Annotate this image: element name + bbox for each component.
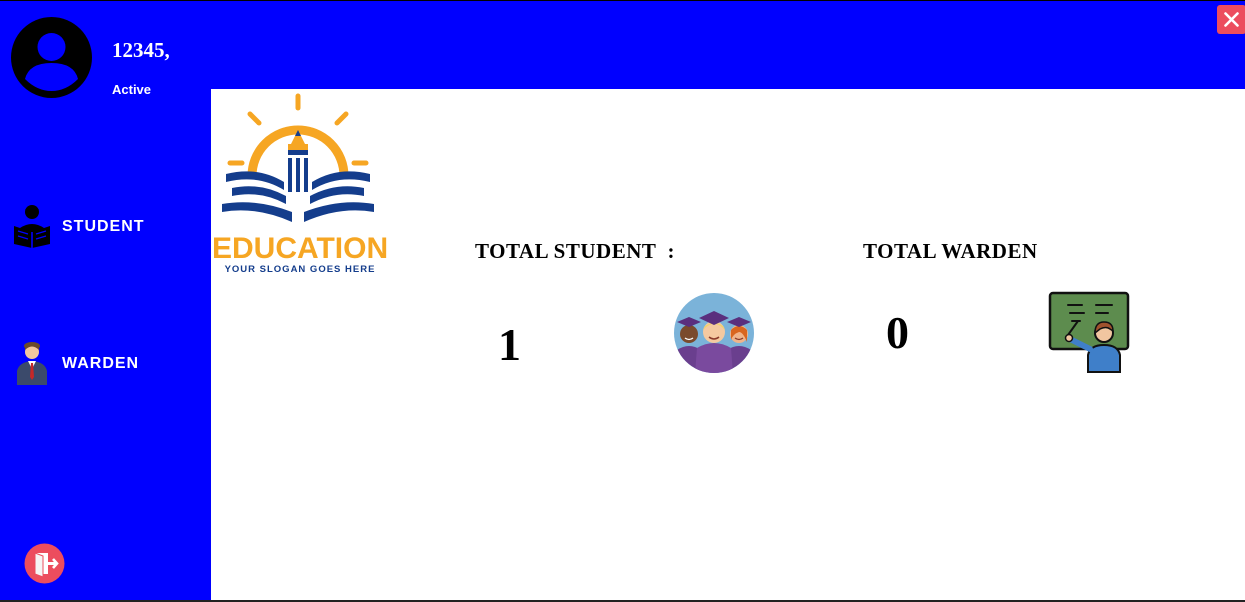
- graduates-icon: [674, 293, 754, 373]
- user-avatar-icon: [11, 17, 92, 98]
- logout-icon[interactable]: [24, 543, 65, 584]
- student-reading-icon: [14, 205, 50, 248]
- sidebar-item-student[interactable]: STUDENT: [12, 204, 202, 250]
- total-student-label: TOTAL STUDENT :: [475, 239, 675, 263]
- total-warden-label: TOTAL WARDEN: [863, 239, 1038, 263]
- teacher-board-icon: [1048, 291, 1130, 373]
- sidebar-item-label: STUDENT: [62, 218, 145, 235]
- close-button[interactable]: [1217, 5, 1245, 34]
- sidebar-item-label: WARDEN: [62, 355, 140, 372]
- total-student-value: 1: [498, 319, 521, 370]
- sidebar-item-warden[interactable]: WARDEN: [12, 341, 202, 387]
- user-status: Active: [112, 82, 152, 97]
- window-border: [0, 0, 1245, 1]
- total-warden-value: 0: [886, 307, 909, 358]
- top-bar: [0, 0, 1245, 89]
- user-id: 12345,: [112, 38, 170, 62]
- warden-person-icon: [17, 342, 47, 385]
- close-icon: [1224, 12, 1239, 27]
- logo-text: EDUCATION: [212, 232, 389, 265]
- logo-slogan: YOUR SLOGAN GOES HERE: [224, 264, 376, 275]
